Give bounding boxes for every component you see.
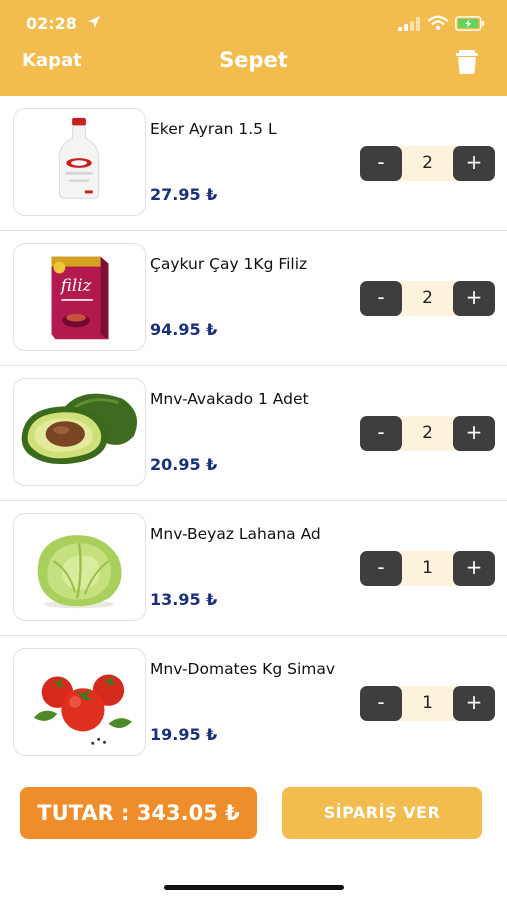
cart-item: Mnv-Domates Kg Simav 19.95 ₺ - 1 + — [0, 636, 507, 771]
product-name: Mnv-Beyaz Lahana Ad — [150, 525, 321, 543]
decrease-quantity-button[interactable]: - — [360, 551, 402, 586]
cart-item: Eker Ayran 1.5 L 27.95 ₺ - 2 + — [0, 96, 507, 231]
product-name: Eker Ayran 1.5 L — [150, 120, 277, 138]
close-button[interactable]: Kapat — [22, 50, 82, 71]
cart-item: Mnv-Beyaz Lahana Ad 13.95 ₺ - 1 + — [0, 501, 507, 636]
product-price: 20.95 ₺ — [150, 455, 218, 474]
quantity-stepper: - 1 + — [360, 551, 495, 586]
product-image-cabbage — [13, 513, 146, 621]
home-indicator — [164, 885, 344, 890]
decrease-quantity-button[interactable]: - — [360, 146, 402, 181]
page-title: Sepet — [219, 48, 288, 72]
quantity-value: 1 — [422, 558, 433, 578]
product-image-ayran — [13, 108, 146, 216]
status-time: 02:28 — [26, 14, 77, 33]
product-name: Mnv-Avakado 1 Adet — [150, 390, 309, 408]
cellular-signal-icon — [398, 17, 420, 31]
increase-quantity-button[interactable]: + — [453, 281, 495, 316]
quantity-stepper: - 2 + — [360, 146, 495, 181]
product-price: 94.95 ₺ — [150, 320, 218, 339]
location-arrow-icon — [88, 16, 100, 28]
quantity-stepper: - 2 + — [360, 416, 495, 451]
battery-charging-icon — [455, 16, 485, 31]
product-price: 19.95 ₺ — [150, 725, 218, 744]
trash-icon[interactable] — [453, 47, 481, 75]
increase-quantity-button[interactable]: + — [453, 146, 495, 181]
product-image-tomatoes — [13, 648, 146, 756]
quantity-value: 1 — [422, 693, 433, 713]
quantity-value: 2 — [422, 153, 433, 173]
quantity-value: 2 — [422, 423, 433, 443]
quantity-stepper: - 1 + — [360, 686, 495, 721]
increase-quantity-button[interactable]: + — [453, 686, 495, 721]
decrease-quantity-button[interactable]: - — [360, 416, 402, 451]
product-name: Mnv-Domates Kg Simav — [150, 660, 336, 678]
total-amount-badge: TUTAR : 343.05 ₺ — [20, 787, 257, 839]
product-price: 13.95 ₺ — [150, 590, 218, 609]
wifi-icon — [428, 15, 448, 31]
product-price: 27.95 ₺ — [150, 185, 218, 204]
quantity-value: 2 — [422, 288, 433, 308]
decrease-quantity-button[interactable]: - — [360, 281, 402, 316]
cart-item: filiz Çaykur Çay 1Kg Filiz 94.95 ₺ - 2 + — [0, 231, 507, 366]
place-order-button[interactable]: SİPARİŞ VER — [282, 787, 482, 839]
product-image-tea: filiz — [13, 243, 146, 351]
product-image-avocado — [13, 378, 146, 486]
header-bar: 02:28 Kapat Sepet — [0, 0, 507, 96]
decrease-quantity-button[interactable]: - — [360, 686, 402, 721]
quantity-stepper: - 2 + — [360, 281, 495, 316]
cart-item: Mnv-Avakado 1 Adet 20.95 ₺ - 2 + — [0, 366, 507, 501]
status-bar: 02:28 — [0, 0, 507, 44]
increase-quantity-button[interactable]: + — [453, 416, 495, 451]
svg-text:filiz: filiz — [59, 276, 92, 295]
product-name: Çaykur Çay 1Kg Filiz — [150, 255, 308, 273]
increase-quantity-button[interactable]: + — [453, 551, 495, 586]
